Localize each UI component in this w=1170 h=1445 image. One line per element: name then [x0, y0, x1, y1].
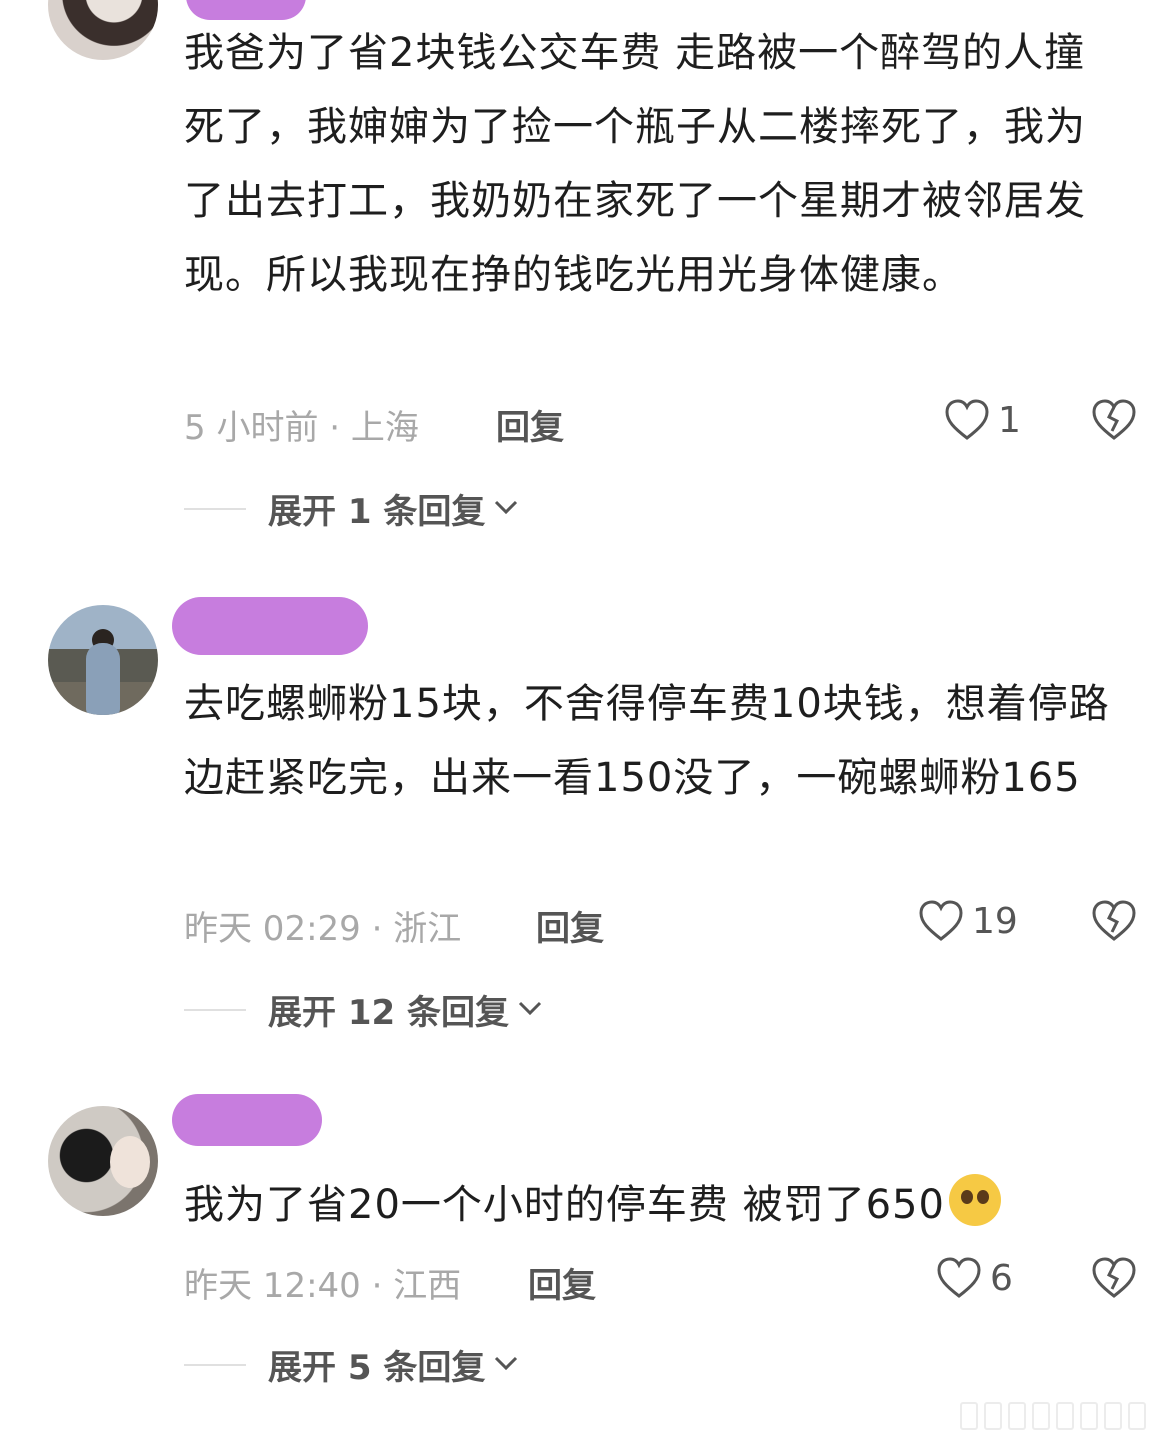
avatar[interactable]	[48, 1106, 158, 1216]
divider	[184, 507, 246, 510]
reply-button[interactable]: 回复	[496, 400, 564, 449]
chevron-down-icon	[517, 999, 543, 1021]
redacted-username	[172, 597, 368, 655]
expand-replies[interactable]: 展开 5 条回复	[184, 1340, 519, 1389]
comment-text: 我爸为了省2块钱公交车费 走路被一个醉驾的人撞死了，我婶婶为了捡一个瓶子从二楼摔…	[184, 30, 1086, 298]
chevron-down-icon	[493, 1354, 519, 1376]
comment-meta: 5 小时前 · 上海	[184, 408, 419, 448]
expand-replies-label: 展开 12 条回复	[268, 993, 509, 1033]
like-button[interactable]: 6	[936, 1256, 1013, 1300]
expand-replies-label: 展开 5 条回复	[268, 1348, 486, 1388]
dislike-button[interactable]	[1090, 1256, 1138, 1300]
avatar[interactable]	[48, 605, 158, 715]
avatar-face	[110, 1136, 150, 1188]
like-button[interactable]: 1	[944, 398, 1021, 442]
redacted-username	[172, 1094, 322, 1146]
heart-icon	[918, 899, 964, 943]
divider	[184, 1363, 246, 1366]
reply-button[interactable]: 回复	[528, 1258, 596, 1307]
broken-heart-icon	[1090, 899, 1138, 943]
avatar[interactable]	[48, 0, 158, 60]
comment-meta: 昨天 02:29 · 浙江	[184, 909, 462, 949]
watermark	[960, 1402, 1160, 1430]
broken-heart-icon	[1090, 1256, 1138, 1300]
heart-icon	[936, 1256, 982, 1300]
like-count: 19	[972, 900, 1018, 942]
comment-text: 去吃螺蛳粉15块，不舍得停车费10块钱，想着停路边赶紧吃完，出来一看150没了，…	[184, 681, 1110, 801]
like-count: 6	[990, 1257, 1013, 1299]
chevron-down-icon	[493, 498, 519, 520]
dislike-button[interactable]	[1090, 398, 1138, 442]
comment-text-content: 我为了省20一个小时的停车费 被罚了650	[184, 1182, 945, 1228]
like-count: 1	[998, 399, 1021, 441]
like-button[interactable]: 19	[918, 899, 1018, 943]
heart-icon	[944, 398, 990, 442]
broken-heart-icon	[1090, 398, 1138, 442]
dislike-button[interactable]	[1090, 899, 1138, 943]
comment-text: 我为了省20一个小时的停车费 被罚了650	[184, 1168, 1124, 1242]
divider	[184, 1008, 246, 1011]
expand-replies[interactable]: 展开 1 条回复	[184, 484, 519, 533]
reply-button[interactable]: 回复	[536, 901, 604, 950]
avatar-figure-body	[86, 643, 120, 715]
crying-face-icon	[948, 1174, 1001, 1226]
expand-replies-label: 展开 1 条回复	[268, 492, 486, 532]
expand-replies[interactable]: 展开 12 条回复	[184, 985, 543, 1034]
comment-meta: 昨天 12:40 · 江西	[184, 1266, 462, 1306]
